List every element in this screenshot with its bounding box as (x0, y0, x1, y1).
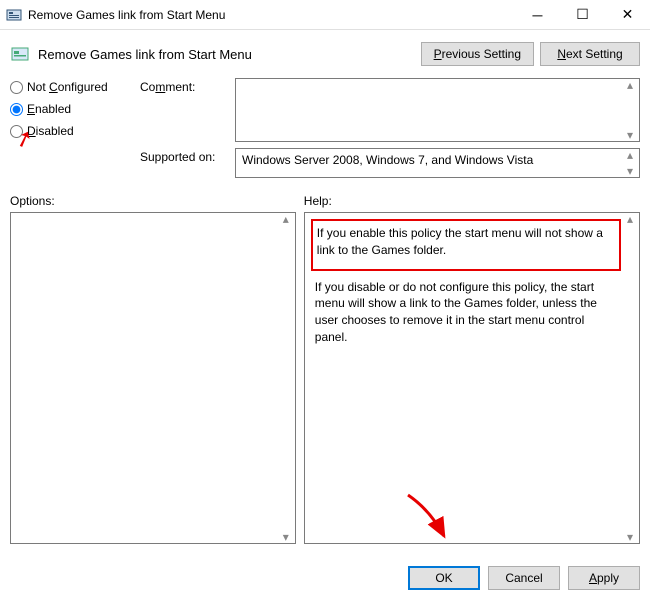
title-bar: Remove Games link from Start Menu ─ ☐ ✕ (0, 0, 650, 30)
radio-not-configured-label: Not Configured (27, 80, 108, 94)
radio-enabled-input[interactable] (10, 103, 23, 116)
options-scroll[interactable]: ▴▾ (279, 215, 293, 541)
header-row: Remove Games link from Start Menu Previo… (0, 30, 650, 74)
help-scroll[interactable]: ▴▾ (623, 215, 637, 541)
supported-textbox: Windows Server 2008, Windows 7, and Wind… (235, 148, 640, 178)
close-button[interactable]: ✕ (605, 0, 650, 30)
lower-panels: Options: ▴▾ Help: If you enable this pol… (0, 184, 650, 544)
cancel-button[interactable]: Cancel (488, 566, 560, 590)
options-panel[interactable]: ▴▾ (10, 212, 296, 544)
comment-label: Comment: (140, 78, 235, 142)
radio-not-configured-input[interactable] (10, 81, 23, 94)
ok-button[interactable]: OK (408, 566, 480, 590)
supported-value: Windows Server 2008, Windows 7, and Wind… (242, 153, 533, 167)
fields-column: Comment: ▴▾ Supported on: Windows Server… (140, 78, 640, 184)
help-paragraph-2: If you disable or do not configure this … (311, 277, 621, 348)
state-radio-group: Not Configured Enabled Disabled (10, 78, 140, 184)
radio-enabled[interactable]: Enabled (10, 102, 140, 116)
help-column: Help: If you enable this policy the star… (304, 194, 640, 544)
maximize-button[interactable]: ☐ (560, 0, 605, 30)
options-column: Options: ▴▾ (10, 194, 296, 544)
window-title: Remove Games link from Start Menu (28, 8, 515, 22)
supported-row: Supported on: Windows Server 2008, Windo… (140, 148, 640, 178)
policy-icon (10, 44, 30, 64)
window-controls: ─ ☐ ✕ (515, 0, 650, 30)
radio-disabled-label: Disabled (27, 124, 74, 138)
comment-textarea[interactable]: ▴▾ (235, 78, 640, 142)
help-panel[interactable]: If you enable this policy the start menu… (304, 212, 640, 544)
help-label: Help: (304, 194, 640, 208)
next-setting-button[interactable]: Next Setting (540, 42, 640, 66)
policy-title: Remove Games link from Start Menu (38, 47, 415, 62)
previous-setting-button[interactable]: Previous Setting (421, 42, 534, 66)
supported-label: Supported on: (140, 148, 235, 178)
dialog-footer: OK Cancel Apply (408, 566, 640, 590)
options-label: Options: (10, 194, 296, 208)
radio-disabled[interactable]: Disabled (10, 124, 140, 138)
help-paragraph-1: If you enable this policy the start menu… (317, 226, 603, 257)
comment-scroll[interactable]: ▴▾ (623, 81, 637, 139)
comment-row: Comment: ▴▾ (140, 78, 640, 142)
minimize-button[interactable]: ─ (515, 0, 560, 30)
radio-disabled-input[interactable] (10, 125, 23, 138)
radio-not-configured[interactable]: Not Configured (10, 80, 140, 94)
config-area: Not Configured Enabled Disabled Comment:… (0, 74, 650, 184)
help-highlight-box: If you enable this policy the start menu… (311, 219, 621, 271)
supported-scroll[interactable]: ▴▾ (623, 151, 637, 175)
apply-button[interactable]: Apply (568, 566, 640, 590)
app-icon (6, 7, 22, 23)
radio-enabled-label: Enabled (27, 102, 71, 116)
